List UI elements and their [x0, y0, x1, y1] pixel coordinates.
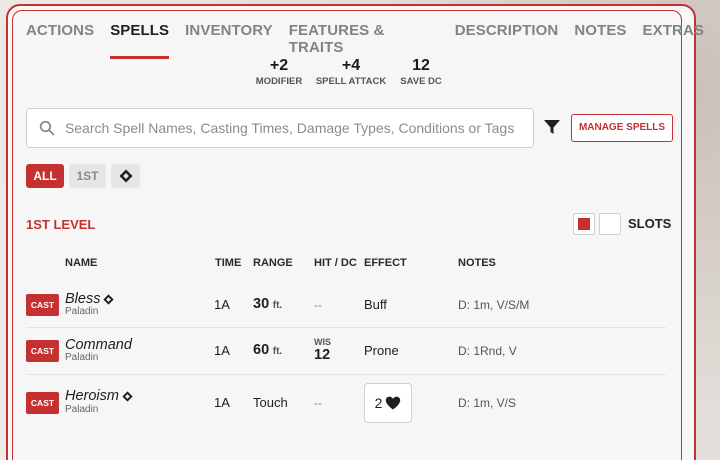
spell-source: Paladin: [65, 306, 99, 317]
spell-range: Touch: [253, 395, 288, 410]
column-notes: NOTES: [458, 257, 496, 269]
spell-notes: D: 1m, V/S: [458, 396, 517, 410]
spell-notes: D: 1Rnd, V: [458, 344, 517, 358]
spell-time: 1A: [214, 343, 230, 358]
range-unit: ft.: [272, 346, 283, 357]
ritual-icon: [119, 169, 132, 183]
spell-level-title: 1ST LEVEL: [26, 217, 96, 232]
spell-effect: Prone: [364, 343, 399, 358]
spell-range: 30 ft.: [253, 296, 282, 312]
spell-range: 60 ft.: [253, 342, 282, 358]
spell-slot-2[interactable]: [599, 213, 621, 235]
spell-name-text: Bless: [65, 291, 101, 307]
concentration-icon: [122, 390, 133, 402]
column-range: RANGE: [253, 257, 293, 269]
spell-name-text: Command: [65, 337, 132, 353]
manage-spells-button[interactable]: MANAGE SPELLS: [571, 114, 673, 142]
column-effect: EFFECT: [364, 257, 407, 269]
tab-notes[interactable]: NOTES: [574, 22, 626, 59]
column-hit-dc: HIT / DC: [314, 257, 357, 269]
filter-1st[interactable]: 1ST: [69, 164, 106, 188]
spell-hit: --: [314, 396, 322, 410]
range-unit: ft.: [272, 300, 283, 311]
modifier-label: MODIFIER: [255, 76, 303, 87]
cast-button[interactable]: CAST: [26, 340, 59, 362]
save-dc-stat: 12 SAVE DC: [400, 57, 442, 88]
filter-all[interactable]: ALL: [26, 164, 64, 188]
tab-description[interactable]: DESCRIPTION: [455, 22, 559, 59]
spell-search-input[interactable]: [64, 120, 533, 136]
heart-icon: [386, 396, 401, 410]
modifier-value: +2: [269, 57, 289, 74]
spell-name[interactable]: Command: [65, 337, 132, 353]
row-divider: [26, 374, 666, 375]
range-value: 60: [253, 342, 270, 358]
range-value: 30: [253, 296, 270, 312]
spell-source: Paladin: [65, 404, 99, 415]
spell-attack-label: SPELL ATTACK: [315, 76, 387, 87]
spell-name[interactable]: Heroism: [65, 388, 133, 404]
modifier-stat: +2 MODIFIER: [255, 57, 303, 88]
spell-hit: --: [314, 298, 322, 312]
spell-name-text: Heroism: [65, 388, 119, 404]
tab-spells[interactable]: SPELLS: [110, 22, 170, 59]
tab-bar: ACTIONS SPELLS INVENTORY FEATURES & TRAI…: [26, 22, 720, 59]
spell-slot-1[interactable]: [573, 213, 595, 235]
save-dc-label: SAVE DC: [400, 76, 442, 87]
search-icon: [39, 120, 55, 136]
level-filters: ALL 1ST: [26, 164, 140, 188]
spell-effect: Buff: [364, 297, 387, 312]
filter-ritual[interactable]: [111, 164, 140, 188]
tab-inventory[interactable]: INVENTORY: [185, 22, 273, 59]
cast-button[interactable]: CAST: [26, 392, 59, 414]
column-time: TIME: [215, 257, 242, 269]
row-divider: [26, 327, 666, 328]
spell-search-box: [26, 108, 534, 148]
concentration-icon: [103, 293, 115, 305]
spell-attack-stat: +4 SPELL ATTACK: [315, 57, 387, 88]
spell-time: 1A: [214, 395, 230, 410]
column-name: NAME: [65, 257, 98, 269]
spell-time: 1A: [214, 297, 230, 312]
effect-value: 2: [374, 395, 383, 411]
heal-effect-box: 2: [364, 383, 412, 423]
spell-name[interactable]: Bless: [65, 291, 115, 307]
tab-extras[interactable]: EXTRAS: [643, 22, 704, 59]
slots-label: SLOTS: [628, 216, 672, 231]
spell-source: Paladin: [65, 352, 99, 363]
cast-button[interactable]: CAST: [26, 294, 59, 316]
filter-icon[interactable]: [543, 118, 561, 136]
save-dc: 12: [314, 347, 331, 363]
save-ability: WIS: [314, 337, 331, 347]
tab-features-traits[interactable]: FEATURES & TRAITS: [289, 22, 439, 59]
spell-attack-value: +4: [341, 57, 361, 74]
tab-actions[interactable]: ACTIONS: [26, 22, 94, 59]
spell-notes: D: 1m, V/S/M: [458, 298, 530, 312]
save-dc-value: 12: [412, 57, 430, 74]
